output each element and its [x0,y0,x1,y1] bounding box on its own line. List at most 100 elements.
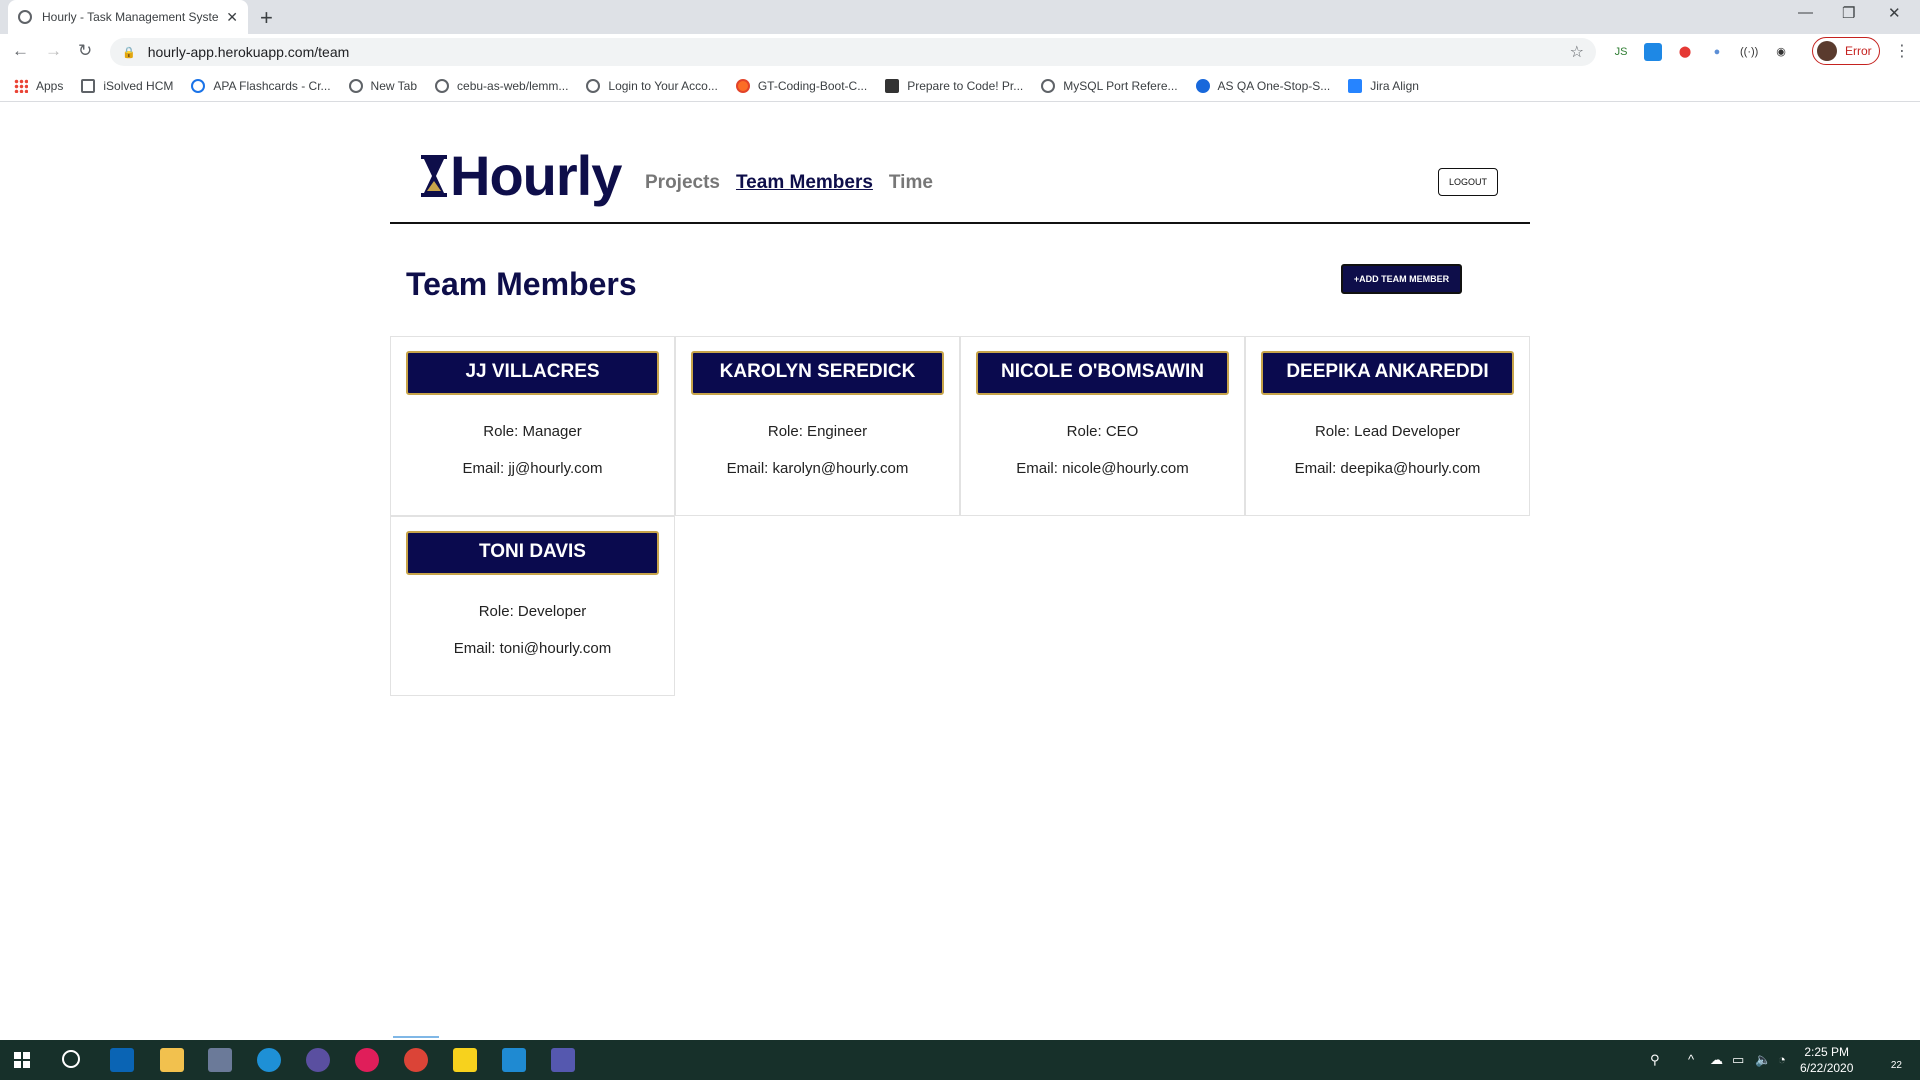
extension-windows-icon[interactable] [1644,43,1662,61]
bookmark-label: cebu-as-web/lemm... [457,78,569,93]
bookmark-label: GT-Coding-Boot-C... [757,78,868,93]
nav-time[interactable]: Time [889,172,933,194]
nav-team-members[interactable]: Team Members [736,172,873,194]
bookmarks-bar: Apps iSolved HCM APA Flashcards - Cr... … [0,70,1920,102]
url-text: hourly-app.herokuapp.com/team [147,44,350,60]
clock-time: 2:25 PM [1804,1045,1850,1059]
bookmark-star-icon[interactable]: ☆ [1570,42,1584,62]
vscode-icon[interactable] [502,1048,526,1072]
extension-circle-icon[interactable]: ● [1708,43,1726,61]
add-team-member-button[interactable]: +ADD TEAM MEMBER [1341,264,1462,294]
bookmark-item[interactable]: Jira Align [1348,78,1419,93]
minimize-icon[interactable]: — [1798,4,1813,21]
address-bar[interactable]: 🔒 hourly-app.herokuapp.com/team ☆ [110,38,1596,66]
windows-start-icon[interactable] [14,1052,30,1068]
member-card: KAROLYN SEREDICK Role: Engineer Email: k… [675,336,960,516]
profile-button[interactable]: Error [1812,37,1880,65]
eclipse-icon[interactable] [306,1048,330,1072]
logo[interactable]: Hourly [420,148,622,204]
team-grid: JJ VILLACRES Role: Manager Email: jj@hou… [390,336,1530,696]
bookmark-item[interactable]: Apps [14,78,63,93]
member-email: Email: toni@hourly.com [453,640,612,657]
close-tab-icon[interactable]: ✕ [226,9,238,26]
extension-broadcast-icon[interactable]: ((·)) [1740,43,1758,61]
extension-dot-icon[interactable]: ◉ [1772,43,1790,61]
profile-label: Error [1845,44,1872,58]
reload-icon[interactable]: ↻ [78,41,92,61]
back-icon[interactable]: ← [12,41,29,61]
member-role: Role: CEO [1066,423,1139,440]
logout-button[interactable]: LOGOUT [1438,168,1498,196]
globe-icon [348,78,363,93]
hourglass-icon [421,155,447,197]
wifi-icon[interactable]: ◔ [1778,1052,1786,1067]
extension-js-icon[interactable]: JS [1612,43,1630,61]
bookmark-item[interactable]: AS QA One-Stop-S... [1195,78,1331,93]
sticky-notes-icon[interactable] [453,1048,477,1072]
extension-badge-icon[interactable]: ⬤ [1676,43,1694,61]
bookmark-item[interactable]: GT-Coding-Boot-C... [735,78,868,93]
page-icon [81,78,96,93]
file-explorer-icon[interactable] [160,1048,184,1072]
chrome-icon[interactable] [404,1048,428,1072]
bookmark-item[interactable]: Prepare to Code! Pr... [885,78,1024,93]
confluence-icon [1195,78,1210,93]
member-name[interactable]: KAROLYN SEREDICK [691,351,944,395]
member-card: NICOLE O'BOMSAWIN Role: CEO Email: nicol… [960,336,1245,516]
member-name[interactable]: DEEPIKA ANKAREDDI [1261,351,1514,395]
volume-icon[interactable]: 🔈 [1755,1052,1771,1068]
chevron-up-icon[interactable]: ^ [1688,1052,1694,1067]
search-icon[interactable] [62,1050,80,1068]
onedrive-icon[interactable]: ☁ [1710,1052,1723,1068]
member-name[interactable]: JJ VILLACRES [406,351,659,395]
clock[interactable]: 2:25 PM 6/22/2020 [1800,1044,1853,1076]
battery-icon[interactable]: ▭ [1732,1052,1744,1068]
globe-icon [18,10,32,24]
bookmark-item[interactable]: New Tab [348,78,417,93]
bookmark-label: Prepare to Code! Pr... [907,78,1024,93]
new-tab-button[interactable]: + [260,5,273,31]
apps-grid-icon [14,78,28,93]
bookmark-item[interactable]: iSolved HCM [81,78,173,93]
globe-icon [1041,78,1056,93]
member-card: TONI DAVIS Role: Developer Email: toni@h… [390,516,675,696]
bookmark-label: AS QA One-Stop-S... [1217,78,1331,93]
lock-icon: 🔒 [122,46,136,59]
people-icon[interactable]: ⚲ [1650,1052,1660,1068]
notifications-icon[interactable]: 22 [1878,1048,1902,1072]
member-role: Role: Developer [478,603,587,620]
close-window-icon[interactable]: ✕ [1888,4,1901,22]
bookmark-label: Login to Your Acco... [608,78,718,93]
forward-icon[interactable]: → [45,41,62,61]
avatar [1817,41,1837,61]
slack-icon[interactable] [355,1048,379,1072]
member-role: Role: Manager [483,423,582,440]
active-app-indicator [393,1036,439,1038]
member-name[interactable]: NICOLE O'BOMSAWIN [976,351,1229,395]
bookmark-item[interactable]: APA Flashcards - Cr... [191,78,331,93]
app-page: Hourly Projects Team Members Time LOGOUT… [390,102,1530,696]
bookmark-item[interactable]: cebu-as-web/lemm... [435,78,569,93]
bookmark-label: Jira Align [1370,78,1419,93]
taskbar: ⚲ ^ ☁ ▭ 🔈 ◔ 2:25 PM 6/22/2020 22 [0,1040,1920,1080]
outlook-icon[interactable] [110,1048,134,1072]
nav-projects[interactable]: Projects [645,172,720,194]
tab-strip: Hourly - Task Management Syste ✕ + — ❐ ✕ [0,0,1920,34]
globe-icon [435,78,450,93]
clock-date: 6/22/2020 [1800,1061,1854,1075]
edge-icon[interactable] [257,1048,281,1072]
app-header: Hourly Projects Team Members Time LOGOUT [390,102,1530,224]
bookmark-item[interactable]: Login to Your Acco... [586,78,718,93]
member-card: DEEPIKA ANKAREDDI Role: Lead Developer E… [1245,336,1530,516]
book-icon [885,78,900,93]
tab-title: Hourly - Task Management Syste [42,10,219,24]
restore-icon[interactable]: ❐ [1842,4,1855,22]
menu-icon[interactable]: ⋮ [1894,41,1910,61]
bookmark-item[interactable]: MySQL Port Refere... [1041,78,1178,93]
member-name[interactable]: TONI DAVIS [406,531,659,575]
globe-icon [191,78,206,93]
browser-tab[interactable]: Hourly - Task Management Syste ✕ [8,0,248,34]
teams-icon[interactable] [551,1048,575,1072]
gitlab-icon [735,78,750,93]
app-icon[interactable] [208,1048,232,1072]
